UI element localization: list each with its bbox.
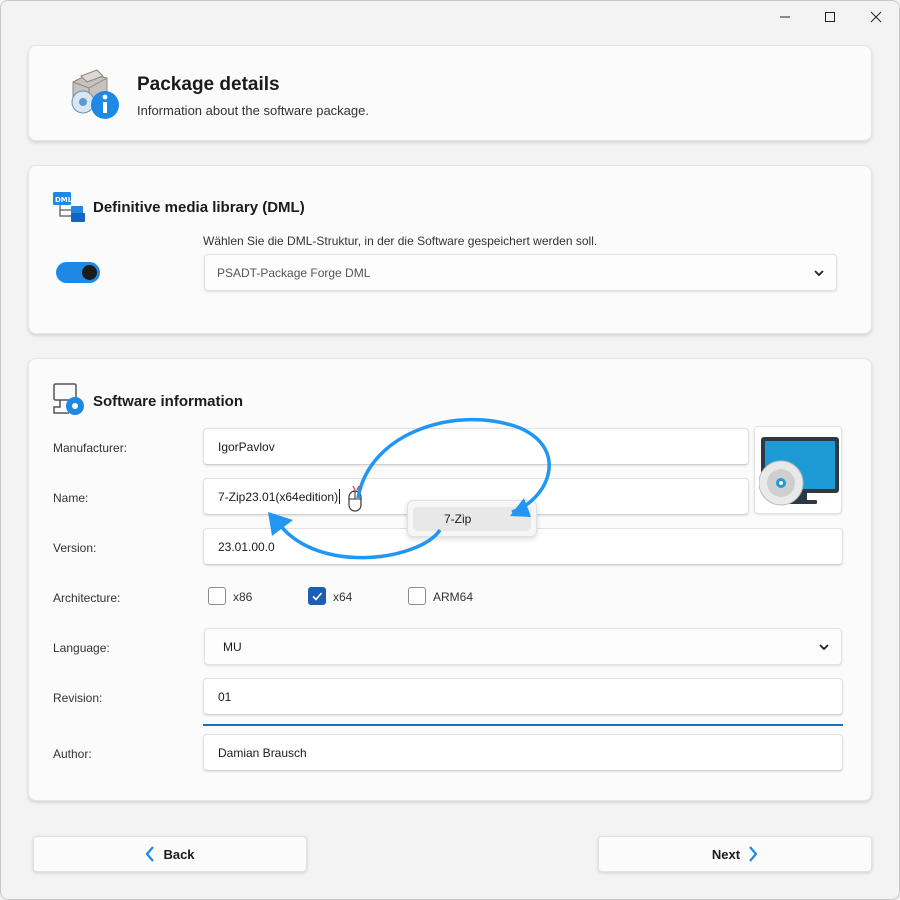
checkbox-x64[interactable] bbox=[308, 587, 326, 605]
manufacturer-label: Manufacturer: bbox=[53, 441, 128, 455]
version-value: 23.01.00.0 bbox=[218, 539, 275, 554]
chevron-right-icon bbox=[749, 846, 758, 862]
page-subtitle: Information about the software package. bbox=[137, 103, 369, 118]
chevron-down-icon bbox=[814, 266, 824, 280]
chevron-left-icon bbox=[146, 846, 155, 862]
header-card: Package details Information about the so… bbox=[28, 45, 872, 141]
dml-folder-icon: DML bbox=[51, 188, 87, 229]
author-input[interactable]: Damian Brausch bbox=[203, 734, 843, 771]
next-label: Next bbox=[711, 846, 741, 862]
app-icon-box[interactable] bbox=[754, 426, 842, 514]
checkbox-arm64-label: ARM64 bbox=[433, 590, 474, 604]
name-label: Name: bbox=[53, 491, 89, 505]
close-button[interactable] bbox=[853, 2, 899, 32]
page-title: Package details bbox=[137, 74, 280, 95]
name-value: 7-Zip23.01(x64edition) bbox=[218, 489, 339, 504]
language-value: MU bbox=[223, 639, 242, 654]
dml-select-value: PSADT-Package Forge DML bbox=[217, 265, 371, 280]
software-title: Software information bbox=[93, 393, 244, 410]
maximize-button[interactable] bbox=[807, 2, 853, 32]
checkbox-x86[interactable] bbox=[208, 587, 226, 605]
checkbox-arm64[interactable] bbox=[408, 587, 426, 605]
software-disc-icon bbox=[51, 381, 87, 422]
version-label: Version: bbox=[53, 541, 97, 555]
architecture-label: Architecture: bbox=[53, 591, 121, 605]
checkmark-icon bbox=[312, 592, 323, 601]
language-label: Language: bbox=[53, 641, 110, 655]
dml-card: DML Definitive media library (DML) Wähle… bbox=[28, 165, 872, 334]
dml-description: Wählen Sie die DML-Struktur, in der die … bbox=[203, 234, 598, 248]
software-card: Software information Manufacturer: IgorP… bbox=[28, 358, 872, 801]
author-value: Damian Brausch bbox=[218, 745, 307, 760]
suggestion-popup: 7-Zip bbox=[407, 500, 537, 537]
text-cursor bbox=[339, 489, 341, 504]
author-label: Author: bbox=[53, 747, 92, 761]
chevron-down-icon bbox=[819, 640, 829, 654]
revision-value: 01 bbox=[218, 689, 232, 704]
language-select[interactable]: MU bbox=[204, 628, 842, 665]
minimize-button[interactable] bbox=[762, 2, 808, 32]
revision-focus-line bbox=[203, 724, 843, 726]
back-label: Back bbox=[163, 846, 195, 862]
manufacturer-value: IgorPavlov bbox=[218, 439, 275, 454]
dml-title: Definitive media library (DML) bbox=[93, 199, 305, 216]
close-icon bbox=[870, 11, 882, 23]
suggestion-item[interactable]: 7-Zip bbox=[413, 507, 531, 531]
mouse-click-icon bbox=[346, 485, 370, 520]
revision-label: Revision: bbox=[53, 691, 103, 705]
dml-select[interactable]: PSADT-Package Forge DML bbox=[204, 254, 837, 291]
package-info-icon bbox=[67, 68, 123, 125]
checkbox-x86-label: x86 bbox=[233, 590, 253, 604]
monitor-disc-icon bbox=[758, 433, 839, 514]
dml-toggle[interactable] bbox=[56, 262, 100, 283]
toggle-knob bbox=[82, 265, 97, 280]
svg-text:DML: DML bbox=[55, 196, 73, 204]
manufacturer-input[interactable]: IgorPavlov bbox=[203, 428, 749, 465]
next-button[interactable]: Next bbox=[598, 836, 872, 872]
back-button[interactable]: Back bbox=[33, 836, 307, 872]
revision-input[interactable]: 01 bbox=[203, 678, 843, 715]
minimize-icon bbox=[780, 16, 790, 18]
maximize-icon bbox=[825, 12, 835, 22]
checkbox-x64-label: x64 bbox=[333, 590, 353, 604]
